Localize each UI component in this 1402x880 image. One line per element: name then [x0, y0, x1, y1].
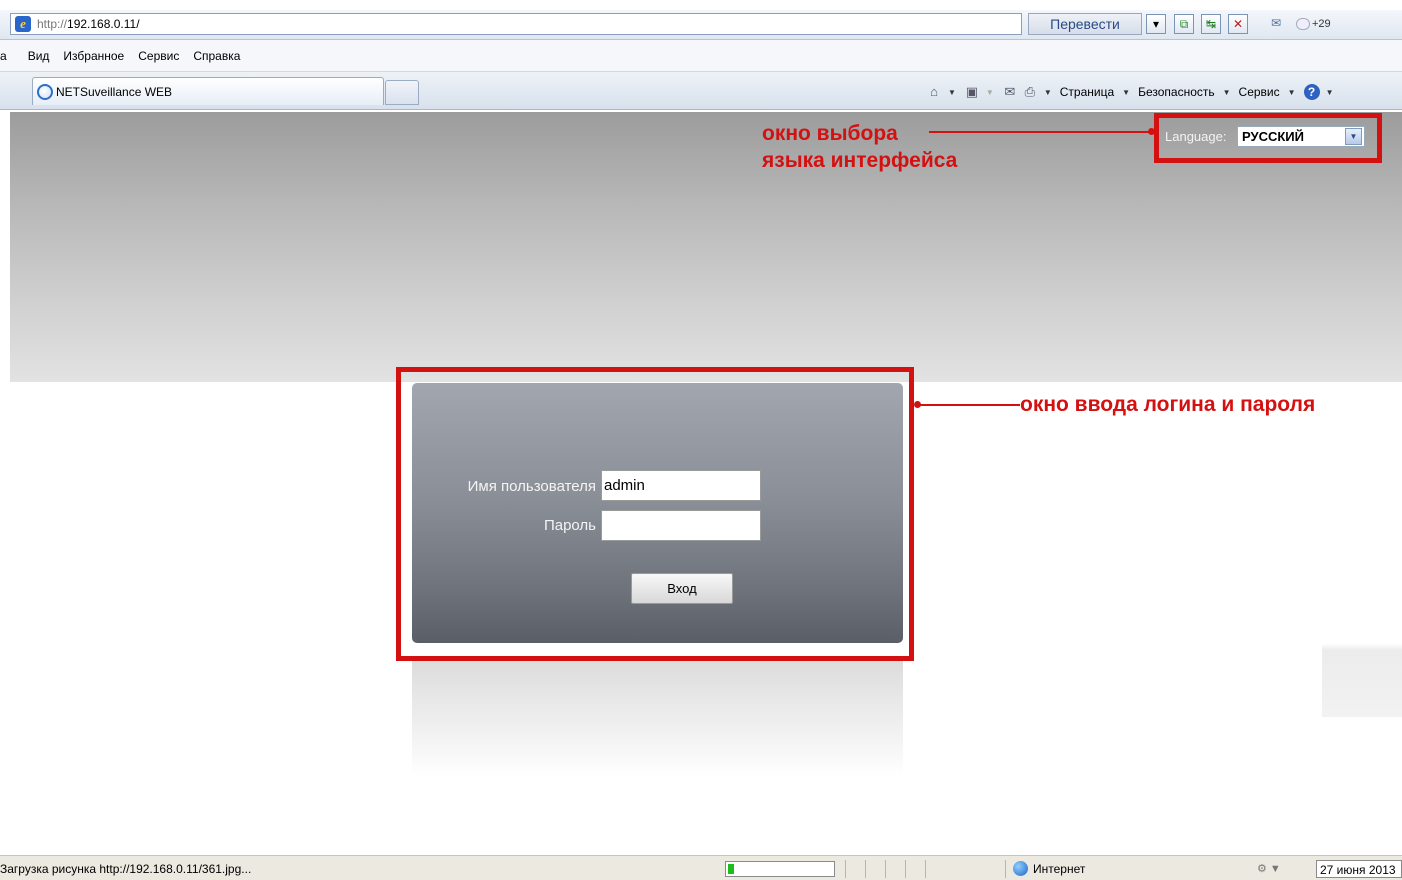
login-note-dot [914, 401, 921, 408]
status-divider [905, 860, 906, 878]
progress-fill [728, 864, 734, 874]
read-mail-icon[interactable]: ✉ [1002, 84, 1018, 100]
weather-value: +29 [1312, 18, 1331, 30]
language-note-line2: языка интерфейса [762, 149, 958, 172]
language-note-dot [1148, 128, 1155, 135]
internet-zone-icon [1013, 861, 1028, 876]
chevron-down-icon[interactable]: ▼ [1122, 88, 1130, 97]
tab-title: NETSuveillance WEB [56, 84, 173, 99]
mail-icon[interactable]: ✉ [1266, 14, 1286, 34]
help-icon[interactable]: ? [1303, 84, 1320, 100]
globe-icon [37, 83, 53, 100]
status-divider [885, 860, 886, 878]
status-divider [925, 860, 926, 878]
tab-bar: NETSuveillance WEB ⌂ ▼ ▣ ▼ ✉ ⎙ ▼ Страница ▼ … [0, 72, 1402, 110]
status-divider [865, 860, 866, 878]
menu-item-help[interactable]: Справка [186, 49, 247, 63]
chevron-down-icon[interactable]: ▼ [986, 88, 994, 97]
menu-item-file[interactable]: а [0, 49, 21, 63]
zoom-icon[interactable]: ⚙ ▼ [1257, 862, 1281, 875]
progress-bar [725, 861, 835, 877]
chevron-down-icon[interactable]: ▼ [948, 88, 956, 97]
menu-item-favorites[interactable]: Избранное [56, 49, 131, 63]
page-menu[interactable]: Страница [1060, 85, 1114, 99]
url-host: 192.168.0.11/ [67, 17, 140, 31]
menu-item-tools[interactable]: Сервис [131, 49, 186, 63]
refresh-icon[interactable]: ↹ [1201, 14, 1221, 34]
chevron-down-icon[interactable]: ▼ [1288, 88, 1296, 97]
url-protocol: http:// [37, 17, 68, 31]
tab-netsurveillance[interactable]: NETSuveillance WEB [32, 77, 384, 105]
language-note-leader [929, 131, 1151, 133]
panel-reflection [412, 661, 903, 776]
translate-button[interactable]: Перевести [1028, 13, 1142, 35]
command-bar: ⌂ ▼ ▣ ▼ ✉ ⎙ ▼ Страница ▼ Безопасность ▼ Серви… [926, 81, 1337, 103]
menu-item-view[interactable]: Вид [21, 49, 57, 63]
address-bar: e http://192.168.0.11/ Перевести ▾ ⧉ ↹ ✕… [0, 10, 1402, 40]
rss-feed-icon[interactable]: ▣ [964, 84, 980, 100]
status-divider [845, 860, 846, 878]
print-icon[interactable]: ⎙ [1022, 84, 1038, 100]
chevron-down-icon[interactable]: ▼ [1044, 88, 1052, 97]
page-side-panel [1322, 382, 1402, 717]
language-note-line1: окно выбора [762, 122, 898, 145]
stop-icon[interactable]: ✕ [1228, 14, 1248, 34]
language-highlight-frame [1154, 113, 1382, 163]
security-menu[interactable]: Безопасность [1138, 85, 1215, 99]
dropdown-icon[interactable]: ▾ [1146, 14, 1166, 34]
internet-zone-label: Интернет [1033, 862, 1086, 876]
date-display: 27 июня 2013 [1316, 860, 1402, 878]
tools-menu[interactable]: Сервис [1239, 85, 1280, 99]
address-field[interactable]: e http://192.168.0.11/ [10, 13, 1022, 35]
new-tab-button[interactable] [385, 80, 419, 105]
ie-page-icon: e [15, 16, 31, 32]
weather-icon [1296, 18, 1310, 30]
compatibility-icon[interactable]: ⧉ [1174, 14, 1194, 34]
menu-bar: а Вид Избранное Сервис Справка [0, 40, 1402, 72]
status-bar: Загрузка рисунка http://192.168.0.11/361… [0, 855, 1402, 880]
home-icon[interactable]: ⌂ [926, 84, 942, 100]
chevron-down-icon[interactable]: ▼ [1223, 88, 1231, 97]
login-note: окно ввода логина и пароля [1020, 393, 1316, 416]
address-text: http://192.168.0.11/ [37, 17, 140, 31]
login-note-leader [918, 404, 1020, 406]
login-highlight-frame [396, 367, 914, 661]
chevron-down-icon[interactable]: ▼ [1326, 88, 1334, 97]
status-divider [1005, 860, 1006, 878]
status-text: Загрузка рисунка http://192.168.0.11/361… [0, 862, 252, 876]
